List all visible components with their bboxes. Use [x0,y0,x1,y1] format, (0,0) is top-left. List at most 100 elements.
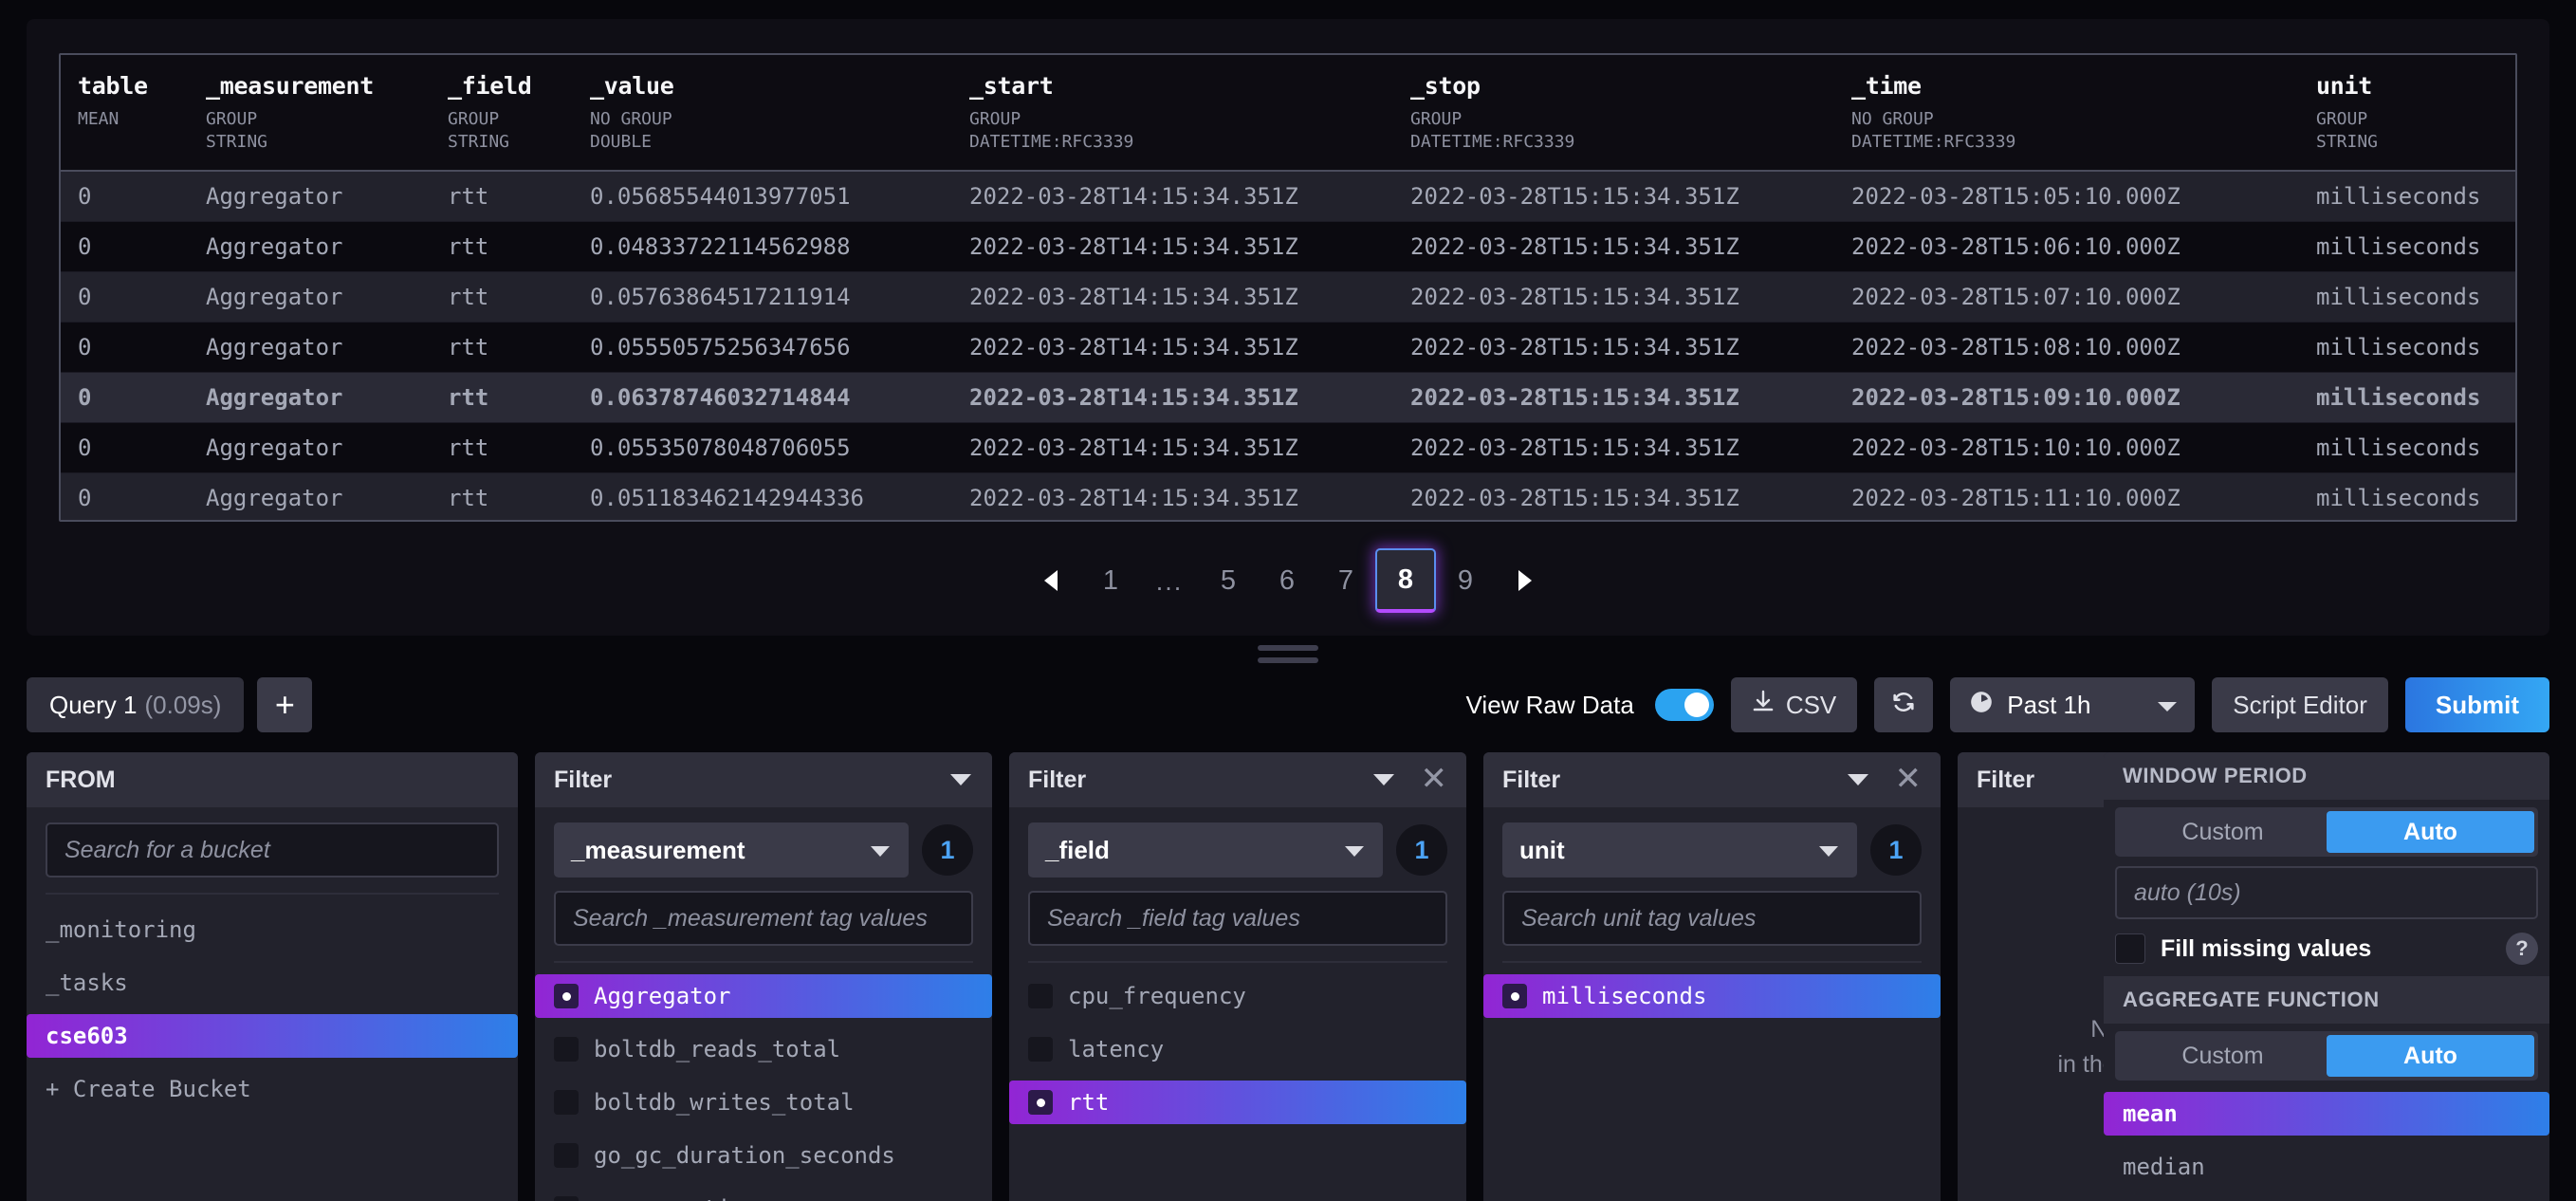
column-header-field[interactable]: _field GROUP STRING [431,55,573,172]
tag-value-search-input[interactable] [1028,891,1447,946]
window-period-value[interactable]: auto (10s) [2115,866,2538,919]
tag-value-list: milliseconds [1483,963,1941,1201]
table-cell-table: 0 [61,472,189,520]
column-header-table[interactable]: table MEAN [61,55,189,172]
bucket-search-input[interactable] [46,822,499,878]
column-header-group: NO GROUP [1851,109,1934,129]
close-icon[interactable]: ✕ [1895,763,1923,795]
refresh-button[interactable] [1874,677,1934,732]
pagination-page-9[interactable]: 9 [1436,551,1495,610]
table-cell-stop: 2022-03-28T15:15:34.351Z [1393,322,1834,373]
query-tab-duration: (0.09s) [144,690,222,719]
column-header-value[interactable]: _value NO GROUP DOUBLE [573,55,952,172]
column-header-measurement[interactable]: _measurement GROUP STRING [189,55,431,172]
table-cell-measurement: Aggregator [189,372,431,423]
tag-key-dropdown[interactable]: unit [1502,822,1857,878]
tag-value-option-go_goroutines[interactable]: go_goroutines [535,1187,992,1201]
table-cell-measurement: Aggregator [189,170,431,222]
bucket-item-cse603[interactable]: cse603 [27,1014,518,1058]
table-cell-measurement: Aggregator [189,472,431,520]
pagination-page-1[interactable]: 1 [1081,551,1140,610]
table-cell-stop: 2022-03-28T15:15:34.351Z [1393,221,1834,272]
aggregate-auto-option[interactable]: Auto [2327,1035,2534,1077]
pagination-next-button[interactable] [1495,551,1554,610]
tag-value-option-Aggregator[interactable]: Aggregator [535,974,992,1018]
time-range-label: Past 1h [2007,690,2091,719]
chevron-down-icon[interactable] [1371,772,1396,787]
time-range-dropdown[interactable]: Past 1h [1950,677,2196,732]
download-csv-button[interactable]: CSV [1730,677,1858,732]
tag-key-label: unit [1519,835,1565,864]
table-cell-time: 2022-03-28T15:05:10.000Z [1834,170,2299,222]
table-row[interactable]: 0 Aggregator rtt 0.04833722114562988 2022-03… [61,221,2515,272]
bucket-item-create-bucket[interactable]: + Create Bucket [27,1067,518,1111]
question-icon[interactable]: ? [2506,933,2538,965]
tag-value-option-latency[interactable]: latency [1009,1027,1466,1071]
tag-value-search-input[interactable] [554,891,973,946]
table-cell-unit: milliseconds [2299,322,2515,373]
table-row[interactable]: 0 Aggregator rtt 0.05535078048706055 2022-03… [61,422,2515,473]
column-header-unit[interactable]: unit GROUP STRING [2299,55,2515,172]
tag-value-list: Aggregator boltdb_reads_total boltdb_write… [535,963,992,1201]
chevron-down-icon [2157,691,2178,720]
chevron-down-icon [869,836,892,865]
add-query-button[interactable]: + [257,677,313,732]
table-cell-unit: milliseconds [2299,472,2515,520]
window-period-custom-option[interactable]: Custom [2119,811,2327,853]
tag-key-dropdown[interactable]: _measurement [554,822,909,878]
tag-value-option-milliseconds[interactable]: milliseconds [1483,974,1941,1018]
table-row[interactable]: 0 Aggregator rtt 0.06378746032714844 2022-03… [61,372,2515,423]
pagination-page-7[interactable]: 7 [1316,551,1375,610]
table-cell-value: 0.05763864517211914 [573,271,952,323]
checkbox-icon [1028,984,1053,1008]
raw-data-table-container[interactable]: table MEAN _measurement GROUP STRING _field GR… [59,53,2517,522]
chevron-down-icon[interactable] [948,772,973,787]
pagination-page-6[interactable]: 6 [1258,551,1316,610]
tag-value-search-input[interactable] [1502,891,1922,946]
bucket-card-header: FROM [27,752,518,807]
toolbar-right-group: View Raw Data CSV Past 1h Script Editor … [1466,677,2549,732]
table-row[interactable]: 0 Aggregator rtt 0.051183462142944336 2022-0… [61,472,2515,520]
table-row[interactable]: 0 Aggregator rtt 0.05685544013977051 2022-03… [61,170,2515,222]
aggregate-function-mean[interactable]: mean [2104,1092,2549,1136]
bucket-item-tasks[interactable]: _tasks [27,961,518,1005]
column-header-time[interactable]: _time NO GROUP DATETIME:RFC3339 [1834,55,2299,172]
aggregate-function-median[interactable]: median [2104,1145,2549,1189]
pagination-page-5[interactable]: 5 [1199,551,1258,610]
pagination-page-8[interactable]: 8 [1375,548,1436,613]
aggregate-custom-option[interactable]: Custom [2119,1035,2327,1077]
script-editor-button[interactable]: Script Editor [2212,677,2388,732]
query-tab[interactable]: Query 1 (0.09s) [27,677,245,732]
panel-resize-handle[interactable] [0,637,2576,670]
table-cell-start: 2022-03-28T14:15:34.351Z [952,422,1393,473]
tag-key-label: _measurement [571,835,745,864]
tag-value-option-rtt[interactable]: rtt [1009,1081,1466,1124]
aggregate-function-mode-toggle: Custom Auto [2115,1031,2538,1081]
filter-card-measurement: Filter _measurement 1 Aggregator boltdb_read… [535,752,992,1201]
tag-value-option-go_gc_duration_seconds[interactable]: go_gc_duration_seconds [535,1134,992,1177]
fill-missing-values-checkbox[interactable] [2115,933,2145,964]
query-toolbar: Query 1 (0.09s) + View Raw Data CSV Past… [27,670,2549,740]
chevron-down-icon[interactable] [1846,772,1870,787]
submit-button[interactable]: Submit [2404,677,2549,732]
table-row[interactable]: 0 Aggregator rtt 0.05550575256347656 2022-03… [61,322,2515,373]
pagination-prev-button[interactable] [1022,551,1081,610]
tag-value-option-cpu_frequency[interactable]: cpu_frequency [1009,974,1466,1018]
toggle-knob [1684,693,1709,717]
view-raw-data-toggle[interactable] [1654,689,1714,721]
table-cell-table: 0 [61,372,189,423]
column-header-start[interactable]: _start GROUP DATETIME:RFC3339 [952,55,1393,172]
table-cell-stop: 2022-03-28T15:15:34.351Z [1393,372,1834,423]
filter-card-title: Filter [554,766,613,793]
checkbox-icon [1502,984,1527,1008]
clock-icon [1969,690,1994,721]
column-header-stop[interactable]: _stop GROUP DATETIME:RFC3339 [1393,55,1834,172]
checkbox-icon [554,984,579,1008]
tag-key-dropdown[interactable]: _field [1028,822,1383,878]
table-row[interactable]: 0 Aggregator rtt 0.05763864517211914 2022-03… [61,271,2515,323]
window-period-auto-option[interactable]: Auto [2327,811,2534,853]
bucket-item-monitoring[interactable]: _monitoring [27,908,518,952]
tag-value-option-boltdb_writes_total[interactable]: boltdb_writes_total [535,1081,992,1124]
close-icon[interactable]: ✕ [1421,763,1448,795]
tag-value-option-boltdb_reads_total[interactable]: boltdb_reads_total [535,1027,992,1071]
